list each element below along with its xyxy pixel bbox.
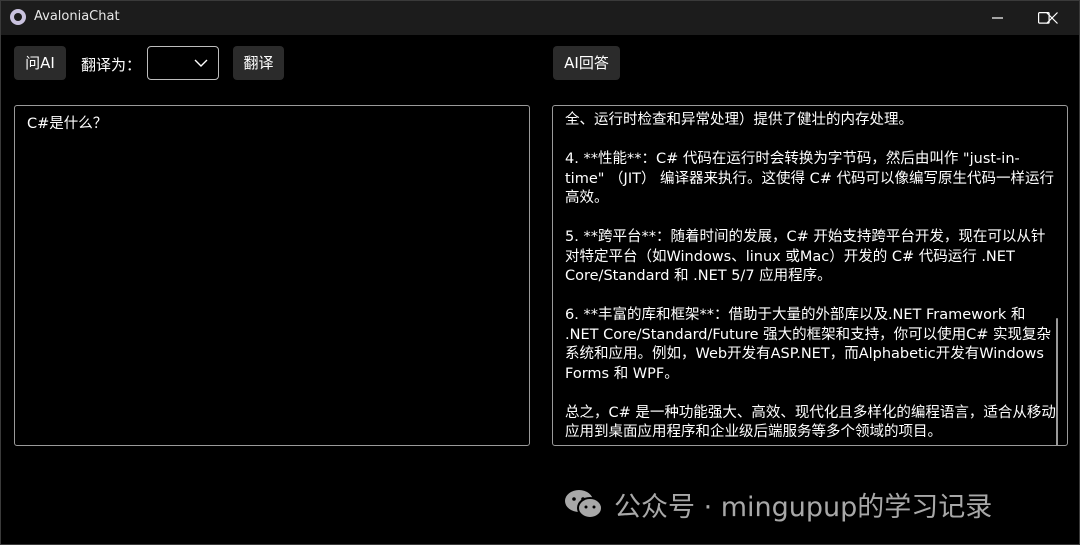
translate-button[interactable]: 翻译 (233, 46, 284, 80)
answer-paragraph: 全、运行时检查和异常处理）提供了健壮的内存处理。 (565, 112, 913, 128)
window-title: AvaloniaChat (34, 9, 120, 24)
wechat-icon (565, 490, 603, 519)
watermark-text: 公众号 · mingupup的学习记录 (614, 491, 993, 523)
ai-answer-button[interactable]: AI回答 (553, 46, 620, 80)
chevron-down-icon (194, 59, 208, 67)
answer-paragraph: 6. **丰富的库和框架**：借助于大量的外部库以及.NET Framework… (565, 307, 1052, 382)
close-icon (1046, 12, 1058, 24)
answer-output[interactable]: 全、运行时检查和异常处理）提供了健壮的内存处理。 4. **性能**：C# 代码… (552, 105, 1068, 446)
close-button[interactable] (1029, 1, 1075, 35)
watermark: 公众号 · mingupup的学习记录 (564, 487, 993, 523)
answer-paragraph: 总之，C# 是一种功能强大、高效、现代化且多样化的编程语言，适合从移动应用到桌面… (565, 404, 1056, 441)
question-input[interactable]: C#是什么？ (14, 105, 530, 446)
minimize-icon (992, 17, 1003, 19)
language-select[interactable] (147, 46, 219, 80)
translate-to-label: 翻译为： (81, 56, 142, 74)
answer-scrollbar[interactable] (1056, 318, 1058, 445)
avalonia-logo-icon (10, 9, 26, 25)
minimize-button[interactable] (975, 1, 1021, 35)
ask-ai-button[interactable]: 问AI (14, 46, 66, 80)
question-text: C#是什么？ (27, 116, 108, 132)
app-window: AvaloniaChat 问AI 翻译为： 翻译 AI回答 C#是什么？ 全、运… (0, 0, 1080, 545)
answer-paragraph: 5. **跨平台**：随着时间的发展，C# 开始支持跨平台开发，现在可以从针对特… (565, 229, 1046, 284)
title-bar[interactable]: AvaloniaChat (1, 1, 1079, 35)
answer-paragraph: 4. **性能**：C# 代码在运行时会转换为字节码，然后由叫作 "just-i… (565, 151, 1055, 206)
